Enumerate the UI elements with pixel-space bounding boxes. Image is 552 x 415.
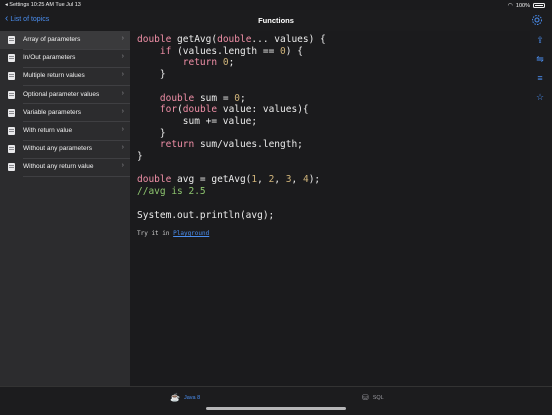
chevron-right-icon: › <box>121 35 124 42</box>
document-icon <box>8 72 15 81</box>
document-icon <box>8 145 15 154</box>
sidebar-item-label: Array of parameters <box>23 36 81 43</box>
chevron-right-icon: › <box>121 144 124 152</box>
sidebar-item-in-out-parameters[interactable]: In/Out parameters › <box>0 49 130 68</box>
status-bar: ◂ Settings 10:25 AM Tue Jul 13 ◠ 100% <box>0 0 552 10</box>
list-icon[interactable]: ≡ <box>535 73 545 83</box>
chevron-right-icon: › <box>121 53 124 61</box>
chevron-right-icon: › <box>121 89 124 97</box>
star-icon[interactable]: ☆ <box>535 92 545 102</box>
compare-icon[interactable]: ⇋ <box>535 54 545 64</box>
database-icon: ⛁ <box>362 393 369 402</box>
chevron-right-icon: › <box>121 107 124 115</box>
sidebar-item-without-any-return-value[interactable]: Without any return value › <box>0 158 130 177</box>
tab-java-label: Java 8 <box>183 394 201 401</box>
sidebar-item-variable-parameters[interactable]: Variable parameters › <box>0 104 130 123</box>
tab-bar: ☕ Java 8 ⛁ SQL <box>0 386 552 415</box>
battery-percent: 100% <box>515 2 530 9</box>
sidebar-item-label: Multiple return values <box>23 72 85 80</box>
chevron-right-icon: › <box>121 71 124 79</box>
document-icon <box>8 163 15 172</box>
status-left: ◂ Settings 10:25 AM Tue Jul 13 <box>5 2 81 8</box>
settings-icon[interactable] <box>531 14 543 26</box>
battery-icon <box>533 3 545 8</box>
chevron-right-icon: › <box>121 162 124 170</box>
sidebar-item-label: Without any parameters <box>23 145 93 153</box>
home-indicator <box>206 407 346 410</box>
sidebar-item-label: Variable parameters <box>23 108 82 116</box>
document-icon <box>8 54 15 63</box>
code-block: double getAvg(double... values) { if (va… <box>137 34 326 221</box>
sidebar-item-label: With return value <box>23 126 73 134</box>
try-it-text: Try it in <box>137 230 174 237</box>
status-right: ◠ 100% <box>508 2 545 9</box>
playground-link[interactable]: Playground <box>173 230 209 237</box>
sidebar-item-label: In/Out parameters <box>23 54 76 62</box>
sidebar-item-without-any-parameters[interactable]: Without any parameters › <box>0 140 130 159</box>
sidebar-item-with-return-value[interactable]: With return value › <box>0 122 130 141</box>
tab-sql-label: SQL <box>372 394 384 401</box>
document-icon <box>8 90 15 99</box>
try-it-line: Try it in Playground <box>137 230 209 237</box>
chevron-right-icon: › <box>121 125 124 133</box>
sidebar: Array of parameters › In/Out parameters … <box>0 31 130 386</box>
sidebar-item-label: Optional parameter values <box>23 90 100 98</box>
sidebar-item-label: Without any return value <box>23 163 94 171</box>
sidebar-item-array-of-parameters[interactable]: Array of parameters › <box>0 31 130 50</box>
java-icon: ☕ <box>170 393 180 402</box>
page-title: Functions <box>258 16 294 25</box>
tab-sql[interactable]: ⛁ SQL <box>362 393 384 402</box>
document-icon <box>8 108 15 117</box>
wifi-icon: ◠ <box>507 3 513 9</box>
toolbar-column: ⇪ ⇋ ≡ ☆ <box>530 31 552 386</box>
code-panel: double getAvg(double... values) { if (va… <box>130 31 530 386</box>
navigation-bar: ‹ List of topics Functions <box>0 10 552 32</box>
sidebar-item-optional-parameter-values[interactable]: Optional parameter values › <box>0 86 130 104</box>
share-icon[interactable]: ⇪ <box>535 35 545 45</box>
sidebar-item-multiple-return-values[interactable]: Multiple return values › <box>0 67 130 86</box>
tab-java[interactable]: ☕ Java 8 <box>170 393 200 402</box>
document-icon <box>8 126 15 135</box>
document-icon <box>8 36 15 44</box>
